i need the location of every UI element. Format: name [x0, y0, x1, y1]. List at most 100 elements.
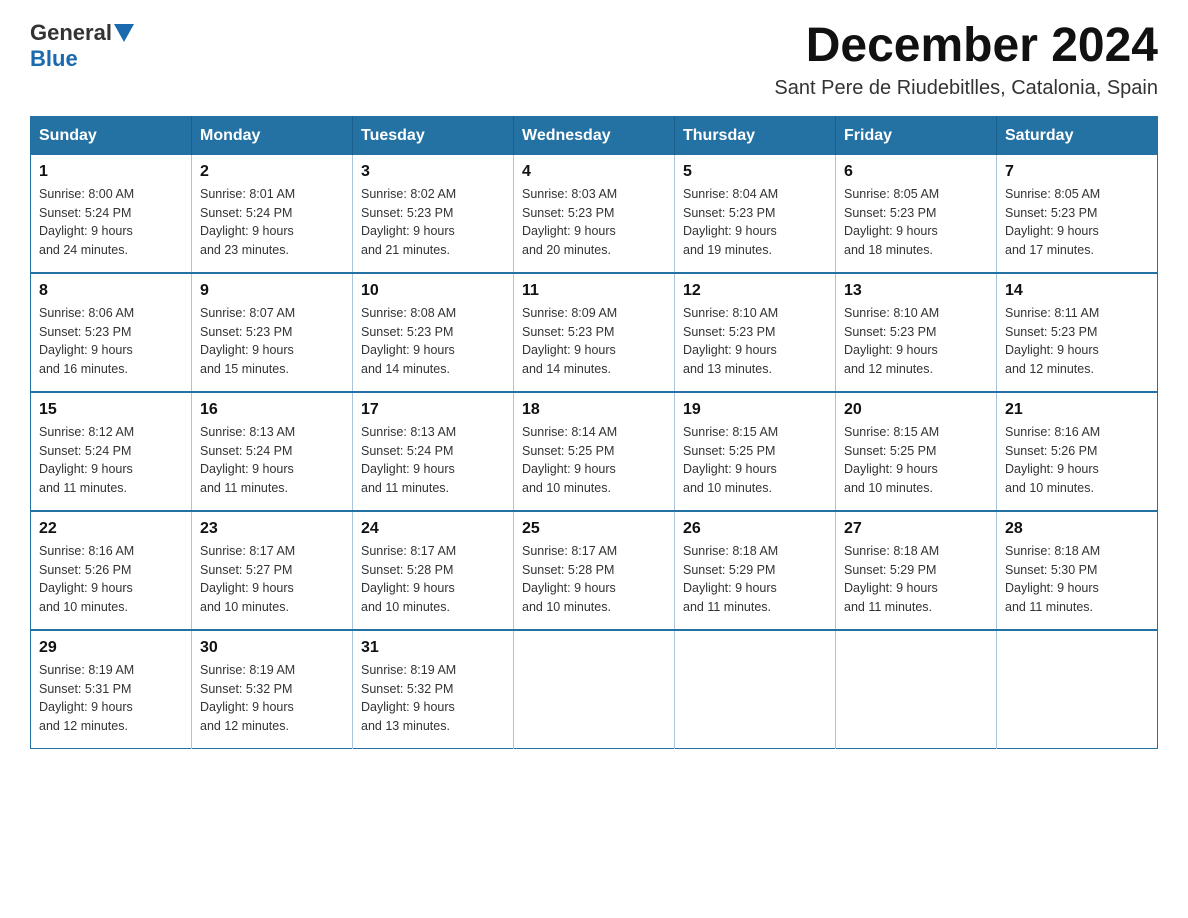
day-number: 18: [522, 401, 666, 419]
logo: General Blue: [30, 20, 136, 72]
day-number: 12: [683, 282, 827, 300]
day-number: 1: [39, 163, 183, 181]
day-info: Sunrise: 8:05 AMSunset: 5:23 PMDaylight:…: [844, 185, 988, 260]
day-info: Sunrise: 8:10 AMSunset: 5:23 PMDaylight:…: [683, 304, 827, 379]
calendar-cell: 25 Sunrise: 8:17 AMSunset: 5:28 PMDayligh…: [514, 511, 675, 630]
calendar-week-2: 8Sunrise: 8:06 AMSunset: 5:23 PMDaylight…: [31, 273, 1158, 392]
day-number: 5: [683, 163, 827, 181]
calendar-week-1: 1 Sunrise: 8:00 AMSunset: 5:24 PMDaylight…: [31, 155, 1158, 273]
day-info: Sunrise: 8:18 AMSunset: 5:30 PMDaylight:…: [1005, 542, 1149, 617]
calendar-cell: 4 Sunrise: 8:03 AMSunset: 5:23 PMDaylight…: [514, 155, 675, 273]
calendar-cell: 13 Sunrise: 8:10 AMSunset: 5:23 PMDayligh…: [836, 273, 997, 392]
calendar-cell: 20Sunrise: 8:15 AMSunset: 5:25 PMDayligh…: [836, 392, 997, 511]
calendar-cell: 23 Sunrise: 8:17 AMSunset: 5:27 PMDayligh…: [192, 511, 353, 630]
day-info: Sunrise: 8:17 AMSunset: 5:28 PMDaylight:…: [522, 542, 666, 617]
day-number: 11: [522, 282, 666, 300]
day-info: Sunrise: 8:02 AMSunset: 5:23 PMDaylight:…: [361, 185, 505, 260]
day-number: 27: [844, 520, 988, 538]
calendar-week-4: 22 Sunrise: 8:16 AMSunset: 5:26 PMDayligh…: [31, 511, 1158, 630]
weekday-header-monday: Monday: [192, 116, 353, 155]
weekday-header-friday: Friday: [836, 116, 997, 155]
calendar-cell: 5 Sunrise: 8:04 AMSunset: 5:23 PMDaylight…: [675, 155, 836, 273]
day-number: 17: [361, 401, 505, 419]
day-info: Sunrise: 8:17 AMSunset: 5:28 PMDaylight:…: [361, 542, 505, 617]
day-info: Sunrise: 8:11 AMSunset: 5:23 PMDaylight:…: [1005, 304, 1149, 379]
day-number: 19: [683, 401, 827, 419]
calendar-cell: 27 Sunrise: 8:18 AMSunset: 5:29 PMDayligh…: [836, 511, 997, 630]
location-title: Sant Pere de Riudebitlles, Catalonia, Sp…: [774, 77, 1158, 100]
calendar-cell: 16 Sunrise: 8:13 AMSunset: 5:24 PMDayligh…: [192, 392, 353, 511]
calendar-cell: 1 Sunrise: 8:00 AMSunset: 5:24 PMDaylight…: [31, 155, 192, 273]
calendar-cell: 18 Sunrise: 8:14 AMSunset: 5:25 PMDayligh…: [514, 392, 675, 511]
calendar-cell: 21Sunrise: 8:16 AMSunset: 5:26 PMDayligh…: [997, 392, 1158, 511]
day-info: Sunrise: 8:09 AMSunset: 5:23 PMDaylight:…: [522, 304, 666, 379]
day-info: Sunrise: 8:14 AMSunset: 5:25 PMDaylight:…: [522, 423, 666, 498]
day-info: Sunrise: 8:15 AMSunset: 5:25 PMDaylight:…: [844, 423, 988, 498]
day-info: Sunrise: 8:13 AMSunset: 5:24 PMDaylight:…: [361, 423, 505, 498]
day-info: Sunrise: 8:12 AMSunset: 5:24 PMDaylight:…: [39, 423, 183, 498]
calendar-cell: 29Sunrise: 8:19 AMSunset: 5:31 PMDayligh…: [31, 630, 192, 749]
day-info: Sunrise: 8:16 AMSunset: 5:26 PMDaylight:…: [1005, 423, 1149, 498]
day-number: 3: [361, 163, 505, 181]
weekday-header-thursday: Thursday: [675, 116, 836, 155]
day-info: Sunrise: 8:07 AMSunset: 5:23 PMDaylight:…: [200, 304, 344, 379]
calendar-cell: 3 Sunrise: 8:02 AMSunset: 5:23 PMDaylight…: [353, 155, 514, 273]
calendar-cell: 15 Sunrise: 8:12 AMSunset: 5:24 PMDayligh…: [31, 392, 192, 511]
calendar-week-5: 29Sunrise: 8:19 AMSunset: 5:31 PMDayligh…: [31, 630, 1158, 749]
calendar-cell: 12 Sunrise: 8:10 AMSunset: 5:23 PMDayligh…: [675, 273, 836, 392]
day-info: Sunrise: 8:01 AMSunset: 5:24 PMDaylight:…: [200, 185, 344, 260]
weekday-header-wednesday: Wednesday: [514, 116, 675, 155]
day-number: 4: [522, 163, 666, 181]
day-number: 25: [522, 520, 666, 538]
day-info: Sunrise: 8:08 AMSunset: 5:23 PMDaylight:…: [361, 304, 505, 379]
day-number: 10: [361, 282, 505, 300]
logo-general-text: General: [30, 20, 112, 46]
calendar-cell: 7 Sunrise: 8:05 AMSunset: 5:23 PMDaylight…: [997, 155, 1158, 273]
calendar-cell: 31 Sunrise: 8:19 AMSunset: 5:32 PMDayligh…: [353, 630, 514, 749]
day-info: Sunrise: 8:13 AMSunset: 5:24 PMDaylight:…: [200, 423, 344, 498]
day-info: Sunrise: 8:17 AMSunset: 5:27 PMDaylight:…: [200, 542, 344, 617]
calendar-cell: [675, 630, 836, 749]
day-number: 22: [39, 520, 183, 538]
day-info: Sunrise: 8:06 AMSunset: 5:23 PMDaylight:…: [39, 304, 183, 379]
day-number: 14: [1005, 282, 1149, 300]
calendar-cell: 14 Sunrise: 8:11 AMSunset: 5:23 PMDayligh…: [997, 273, 1158, 392]
calendar-cell: 22 Sunrise: 8:16 AMSunset: 5:26 PMDayligh…: [31, 511, 192, 630]
weekday-header-sunday: Sunday: [31, 116, 192, 155]
calendar-week-3: 15 Sunrise: 8:12 AMSunset: 5:24 PMDayligh…: [31, 392, 1158, 511]
day-number: 6: [844, 163, 988, 181]
calendar-cell: 11 Sunrise: 8:09 AMSunset: 5:23 PMDayligh…: [514, 273, 675, 392]
day-info: Sunrise: 8:18 AMSunset: 5:29 PMDaylight:…: [683, 542, 827, 617]
weekday-header-tuesday: Tuesday: [353, 116, 514, 155]
weekday-header-row: SundayMondayTuesdayWednesdayThursdayFrid…: [31, 116, 1158, 155]
page-header: General Blue December 2024 Sant Pere de …: [30, 20, 1158, 100]
calendar-cell: [514, 630, 675, 749]
day-number: 28: [1005, 520, 1149, 538]
calendar-cell: 6 Sunrise: 8:05 AMSunset: 5:23 PMDaylight…: [836, 155, 997, 273]
calendar-cell: 30Sunrise: 8:19 AMSunset: 5:32 PMDayligh…: [192, 630, 353, 749]
day-info: Sunrise: 8:00 AMSunset: 5:24 PMDaylight:…: [39, 185, 183, 260]
day-number: 15: [39, 401, 183, 419]
day-number: 13: [844, 282, 988, 300]
day-number: 31: [361, 639, 505, 657]
day-info: Sunrise: 8:18 AMSunset: 5:29 PMDaylight:…: [844, 542, 988, 617]
day-info: Sunrise: 8:04 AMSunset: 5:23 PMDaylight:…: [683, 185, 827, 260]
day-info: Sunrise: 8:05 AMSunset: 5:23 PMDaylight:…: [1005, 185, 1149, 260]
day-info: Sunrise: 8:15 AMSunset: 5:25 PMDaylight:…: [683, 423, 827, 498]
day-number: 7: [1005, 163, 1149, 181]
weekday-header-saturday: Saturday: [997, 116, 1158, 155]
day-number: 26: [683, 520, 827, 538]
calendar-cell: 9Sunrise: 8:07 AMSunset: 5:23 PMDaylight…: [192, 273, 353, 392]
day-number: 16: [200, 401, 344, 419]
day-info: Sunrise: 8:19 AMSunset: 5:32 PMDaylight:…: [200, 661, 344, 736]
day-info: Sunrise: 8:16 AMSunset: 5:26 PMDaylight:…: [39, 542, 183, 617]
day-number: 23: [200, 520, 344, 538]
calendar-cell: 24 Sunrise: 8:17 AMSunset: 5:28 PMDayligh…: [353, 511, 514, 630]
day-info: Sunrise: 8:19 AMSunset: 5:32 PMDaylight:…: [361, 661, 505, 736]
calendar-cell: 17 Sunrise: 8:13 AMSunset: 5:24 PMDayligh…: [353, 392, 514, 511]
calendar-cell: 10 Sunrise: 8:08 AMSunset: 5:23 PMDayligh…: [353, 273, 514, 392]
day-info: Sunrise: 8:03 AMSunset: 5:23 PMDaylight:…: [522, 185, 666, 260]
day-info: Sunrise: 8:10 AMSunset: 5:23 PMDaylight:…: [844, 304, 988, 379]
day-info: Sunrise: 8:19 AMSunset: 5:31 PMDaylight:…: [39, 661, 183, 736]
day-number: 24: [361, 520, 505, 538]
